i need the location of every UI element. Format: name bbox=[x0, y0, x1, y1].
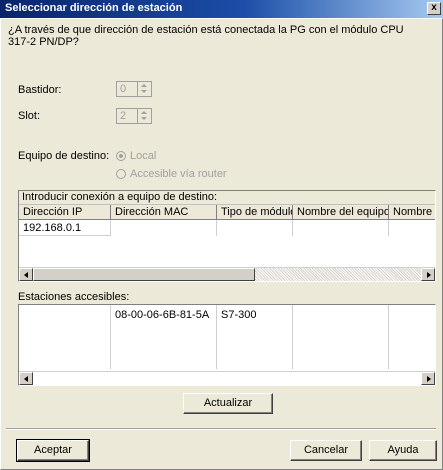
arrow-down-icon[interactable] bbox=[141, 117, 147, 120]
arrow-up-icon[interactable] bbox=[141, 111, 147, 114]
horizontal-scrollbar[interactable] bbox=[19, 267, 435, 281]
arrow-right-icon[interactable] bbox=[421, 268, 435, 281]
rack-value: 0 bbox=[120, 83, 127, 95]
list-item-mac[interactable]: 08-00-06-6B-81-5A bbox=[111, 307, 217, 323]
target-device-label: Equipo de destino: bbox=[18, 150, 110, 162]
slot-label: Slot: bbox=[18, 110, 41, 122]
arrow-left-icon[interactable] bbox=[19, 268, 33, 281]
column-header-module-type[interactable]: Tipo de módulo bbox=[217, 205, 293, 220]
cancel-button[interactable]: Cancelar bbox=[290, 440, 362, 461]
table-cell[interactable] bbox=[111, 220, 217, 236]
close-icon: x bbox=[431, 2, 437, 13]
column-header-name-extra[interactable]: Nombre de bbox=[389, 205, 435, 220]
window-title: Seleccionar dirección de estación bbox=[5, 2, 183, 14]
rack-spinner[interactable]: 0 bbox=[116, 81, 152, 97]
close-button[interactable]: x bbox=[427, 2, 441, 15]
separator bbox=[6, 428, 436, 430]
radio-local[interactable] bbox=[116, 151, 126, 161]
arrow-down-icon[interactable] bbox=[141, 90, 147, 93]
table-cell[interactable] bbox=[217, 220, 293, 236]
column-header-mac[interactable]: Dirección MAC bbox=[111, 205, 217, 220]
accessible-stations-list[interactable]: 08-00-06-6B-81-5A S7-300 bbox=[18, 304, 436, 386]
arrow-left-icon[interactable] bbox=[19, 372, 33, 385]
column-header-ip[interactable]: Dirección IP bbox=[19, 205, 111, 220]
table-cell[interactable] bbox=[293, 220, 389, 236]
radio-local-label: Local bbox=[130, 150, 157, 162]
title-bar: Seleccionar dirección de estación x bbox=[0, 0, 443, 18]
help-button[interactable]: Ayuda bbox=[369, 440, 437, 461]
scroll-track[interactable] bbox=[33, 372, 421, 385]
ip-address-input[interactable]: 192.168.0.1 bbox=[19, 220, 111, 236]
accept-button[interactable]: Aceptar bbox=[16, 439, 90, 462]
arrow-up-icon[interactable] bbox=[141, 84, 147, 87]
refresh-button[interactable]: Actualizar bbox=[183, 393, 273, 414]
column-divider bbox=[388, 305, 389, 369]
list-item[interactable] bbox=[19, 307, 111, 323]
list-item-module-type[interactable]: S7-300 bbox=[217, 307, 293, 323]
question-text: ¿A través de que dirección de estación e… bbox=[8, 24, 404, 48]
scroll-track[interactable] bbox=[255, 268, 421, 281]
scroll-thumb[interactable] bbox=[33, 268, 255, 281]
radio-router[interactable] bbox=[116, 169, 126, 179]
connection-table: Introducir conexión a equipo de destino:… bbox=[18, 190, 436, 282]
horizontal-scrollbar[interactable] bbox=[19, 371, 435, 385]
column-header-device-name[interactable]: Nombre del equipo bbox=[293, 205, 389, 220]
accessible-stations-label: Estaciones accesibles: bbox=[18, 291, 130, 303]
arrow-right-icon[interactable] bbox=[421, 372, 435, 385]
radio-router-label: Accesible vía router bbox=[130, 168, 227, 180]
rack-label: Bastidor: bbox=[18, 84, 62, 96]
slot-value: 2 bbox=[120, 110, 127, 122]
connection-table-title: Introducir conexión a equipo de destino: bbox=[19, 191, 435, 205]
slot-spinner[interactable]: 2 bbox=[116, 108, 152, 124]
